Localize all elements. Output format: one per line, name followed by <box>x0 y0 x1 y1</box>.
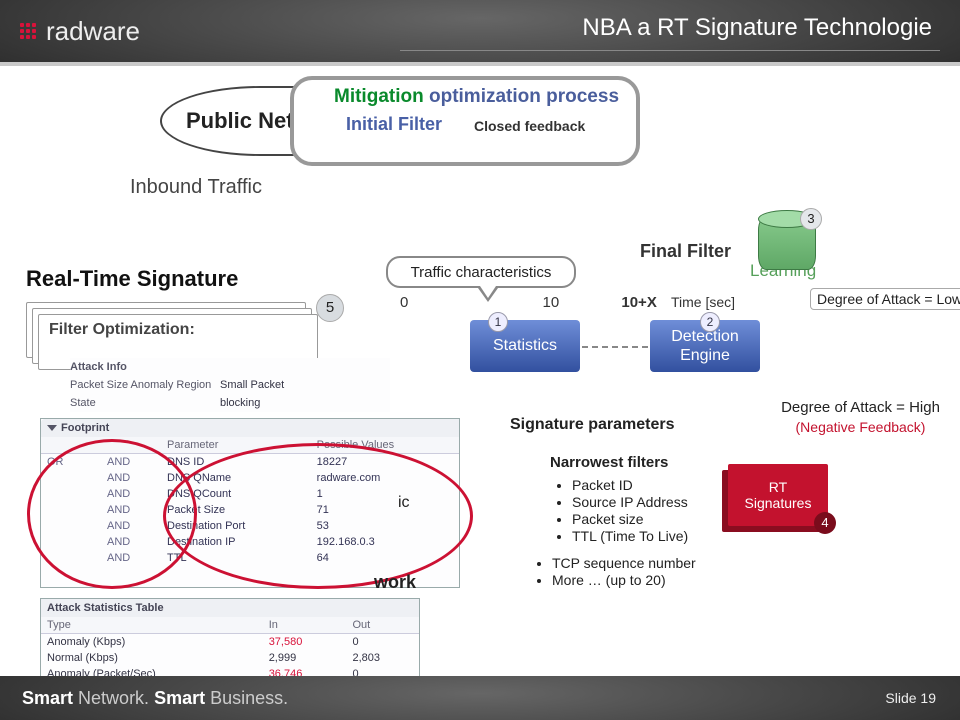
time-axis: 0 10 10+X Time [sec] <box>400 294 735 311</box>
box-statistics: Statistics <box>470 320 580 372</box>
realtime-signature-block: Real-Time Signature Filter Optimization:… <box>26 266 326 372</box>
stats-col-type: Type <box>41 617 263 634</box>
rt-signatures-box: RTSignatures 4 <box>728 464 828 526</box>
footprint-header: Footprint <box>41 419 459 437</box>
list-item: Packet ID <box>572 477 688 493</box>
step-badge-5: 5 <box>316 294 344 322</box>
degree-of-attack-low: Degree of Attack = Low <box>810 288 960 310</box>
traffic-characteristics-text: Traffic characteristics <box>411 264 552 281</box>
sig-param-outer-list: TCP sequence numberMore … (up to 20) <box>536 554 696 589</box>
list-item: TTL (Time To Live) <box>572 528 688 544</box>
attack-info-val-state: blocking <box>220 394 260 412</box>
header-bar: radware NBA a RT Signature Technologie <box>0 0 960 62</box>
step-badge-4: 4 <box>814 512 836 534</box>
brand-logo: radware <box>20 14 140 48</box>
footprint-table: Parameter Possible Values ORANDDNS ID182… <box>41 437 459 566</box>
step-badge-3: 3 <box>800 208 822 230</box>
list-item: Packet size <box>572 511 688 527</box>
narrowest-filters-label: Narrowest filters <box>550 454 668 471</box>
header-divider <box>400 50 940 51</box>
fp-col-val: Possible Values <box>311 437 459 454</box>
attack-info-heading: Attack Info <box>70 358 220 376</box>
brand-logo-icon <box>20 23 36 39</box>
stats-title: Attack Statistics Table <box>47 602 164 614</box>
dashed-connector <box>582 346 648 348</box>
attack-info-val-region: Small Packet <box>220 376 284 394</box>
axis-10: 10 <box>543 294 560 311</box>
rts-card-title: Filter Optimization: <box>49 321 195 339</box>
box-statistics-label: Statistics <box>493 337 557 355</box>
callout-title-a: Mitigation <box>334 86 429 107</box>
tag-w1: Network. <box>78 688 149 708</box>
attack-info-key-region: Packet Size Anomaly Region <box>70 376 220 394</box>
table-row: ANDPacket Size71 <box>41 502 459 518</box>
step-badge-2: 2 <box>700 312 720 332</box>
box-detection-label: DetectionEngine <box>671 327 739 365</box>
footprint-panel: Footprint Parameter Possible Values ORAN… <box>40 418 460 588</box>
traffic-characteristics-tooltip: Traffic characteristics <box>386 256 576 288</box>
brand-name: radware <box>46 16 140 47</box>
final-filter-label: Final Filter <box>640 241 731 262</box>
table-row: ANDDNS QCount1 <box>41 486 459 502</box>
footer-bar: Smart Network. Smart Business. Slide 19 <box>0 676 960 720</box>
inbound-traffic-label: Inbound Traffic <box>130 176 262 199</box>
page-title: NBA a RT Signature Technologie <box>582 14 932 42</box>
table-row: Normal (Kbps)2,9992,803 <box>41 650 419 666</box>
mitigation-callout: Mitigation optimization process Initial … <box>290 76 640 166</box>
learning-db-icon: 3 <box>758 216 816 284</box>
callout-title: Mitigation optimization process <box>334 86 619 108</box>
diagram-stage: Public Network Mitigation optimization p… <box>0 66 960 676</box>
table-row: ANDDNS QNameradware.com <box>41 470 459 486</box>
tag-b2: Smart <box>154 688 205 708</box>
fragment-ic: ic <box>398 494 410 512</box>
rts-header: Real-Time Signature <box>26 266 326 292</box>
footprint-title: Footprint <box>61 422 109 434</box>
degree-of-attack-high: Degree of Attack = High (Negative Feedba… <box>768 398 953 437</box>
attack-info-key-state: State <box>70 394 220 412</box>
doa-high-neg: (Negative Feedback) <box>796 419 926 435</box>
stats-col-out: Out <box>346 617 419 634</box>
axis-10x: 10+X <box>621 294 656 311</box>
callout-title-b: optimization process <box>429 86 619 107</box>
tag-w2: Business. <box>210 688 288 708</box>
table-row: ANDDestination IP192.168.0.3 <box>41 534 459 550</box>
fp-col-op <box>41 437 101 454</box>
step-badge-1: 1 <box>488 312 508 332</box>
axis-0: 0 <box>400 294 408 311</box>
sig-param-inner-list: Packet IDSource IP AddressPacket sizeTTL… <box>556 476 688 545</box>
rt-signatures-label: RTSignatures <box>745 479 812 511</box>
callout-initial-filter: Initial Filter <box>346 114 442 135</box>
table-row: Anomaly (Kbps)37,5800 <box>41 634 419 651</box>
signature-parameters-label: Signature parameters <box>510 416 675 434</box>
fragment-work: work <box>374 572 416 593</box>
stats-header: Attack Statistics Table <box>41 599 419 617</box>
axis-unit: Time [sec] <box>671 294 735 310</box>
collapse-icon[interactable] <box>47 425 57 431</box>
list-item: TCP sequence number <box>552 555 696 571</box>
table-row: ORANDDNS ID18227 <box>41 454 459 471</box>
fp-col-param: Parameter <box>161 437 311 454</box>
attack-info-panel: Attack Info Packet Size Anomaly RegionSm… <box>70 358 390 412</box>
table-row: ANDDestination Port53 <box>41 518 459 534</box>
footer-tagline: Smart Network. Smart Business. <box>22 688 288 709</box>
list-item: Source IP Address <box>572 494 688 510</box>
doa-high-text: Degree of Attack = High <box>781 399 940 416</box>
list-item: More … (up to 20) <box>552 572 696 588</box>
table-row: ANDTTL64 <box>41 550 459 566</box>
tag-b1: Smart <box>22 688 73 708</box>
stats-col-in: In <box>263 617 347 634</box>
slide-number: Slide 19 <box>885 690 936 706</box>
callout-closed-feedback: Closed feedback <box>474 118 585 134</box>
